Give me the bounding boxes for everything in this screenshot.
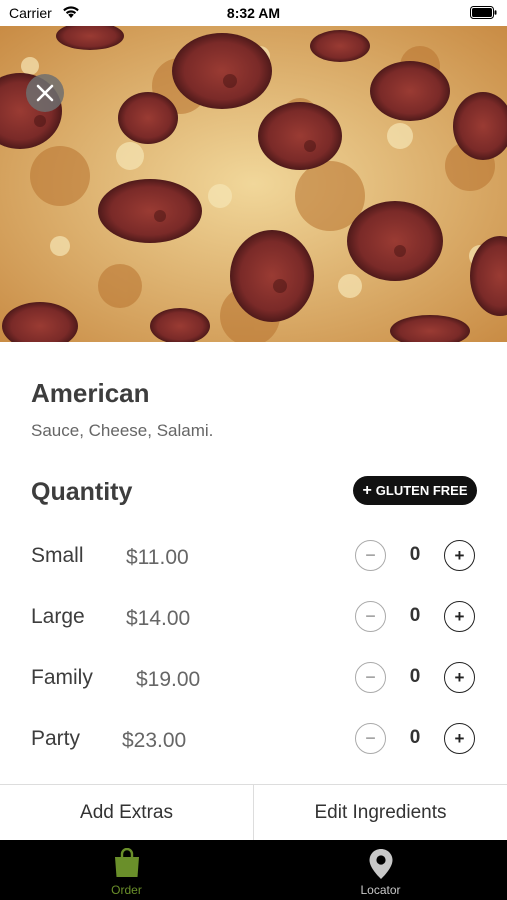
tab-locator-label: Locator: [360, 883, 401, 897]
decrement-button[interactable]: −: [355, 662, 386, 693]
location-pin-icon: [369, 849, 392, 879]
size-row-small: Small $11.00 − 0 +: [0, 536, 507, 580]
battery-icon: [470, 6, 497, 19]
size-price: $19.00: [136, 668, 201, 691]
increment-button[interactable]: +: [444, 601, 475, 632]
close-button[interactable]: [26, 74, 64, 112]
increment-button[interactable]: +: [444, 662, 475, 693]
edit-ingredients-button[interactable]: Edit Ingredients: [254, 785, 507, 841]
increment-button[interactable]: +: [444, 723, 475, 754]
plus-icon: +: [454, 728, 465, 748]
status-bar: Carrier 8:32 AM: [0, 0, 507, 26]
minus-icon: −: [365, 606, 376, 626]
add-extras-button[interactable]: Add Extras: [0, 785, 253, 841]
tab-order-label: Order: [111, 883, 142, 897]
size-row-large: Large $14.00 − 0 +: [0, 597, 507, 641]
size-price: $23.00: [122, 729, 187, 752]
size-price: $11.00: [126, 546, 189, 569]
quantity-count: 0: [409, 544, 421, 565]
increment-button[interactable]: +: [444, 540, 475, 571]
shopping-bag-icon: [114, 848, 139, 877]
tab-locator[interactable]: Locator: [254, 840, 507, 900]
pizza-illustration: [0, 26, 507, 342]
decrement-button[interactable]: −: [355, 601, 386, 632]
plus-icon: +: [454, 606, 465, 626]
size-label: Small: [31, 544, 84, 567]
decrement-button[interactable]: −: [355, 540, 386, 571]
size-label: Family: [31, 666, 93, 689]
product-description: Sauce, Cheese, Salami.: [31, 421, 214, 440]
size-label: Party: [31, 727, 81, 750]
plus-icon: +: [454, 545, 465, 565]
tab-order[interactable]: Order: [0, 840, 253, 900]
gluten-free-button[interactable]: + GLUTEN FREE: [353, 476, 477, 505]
quantity-count: 0: [409, 727, 421, 748]
product-title: American: [31, 378, 150, 408]
pizza-image: [0, 26, 507, 342]
close-icon: [36, 84, 54, 102]
action-bar: Add Extras Edit Ingredients: [0, 784, 507, 841]
gluten-free-label: GLUTEN FREE: [375, 483, 468, 498]
plus-icon: +: [454, 667, 465, 687]
plus-icon: +: [362, 481, 372, 499]
minus-icon: −: [365, 545, 376, 565]
edit-ingredients-label: Edit Ingredients: [314, 802, 447, 823]
size-row-party: Party $23.00 − 0 +: [0, 719, 507, 763]
size-label: Large: [31, 605, 85, 628]
clock: 8:32 AM: [226, 5, 281, 21]
add-extras-label: Add Extras: [80, 802, 173, 823]
size-row-family: Family $19.00 − 0 +: [0, 658, 507, 702]
decrement-button[interactable]: −: [355, 723, 386, 754]
quantity-count: 0: [409, 666, 421, 687]
tab-bar: Order Locator: [0, 840, 507, 900]
quantity-heading: Quantity: [31, 478, 133, 506]
minus-icon: −: [365, 667, 376, 687]
size-price: $14.00: [126, 607, 191, 630]
quantity-count: 0: [409, 605, 421, 626]
minus-icon: −: [365, 728, 376, 748]
